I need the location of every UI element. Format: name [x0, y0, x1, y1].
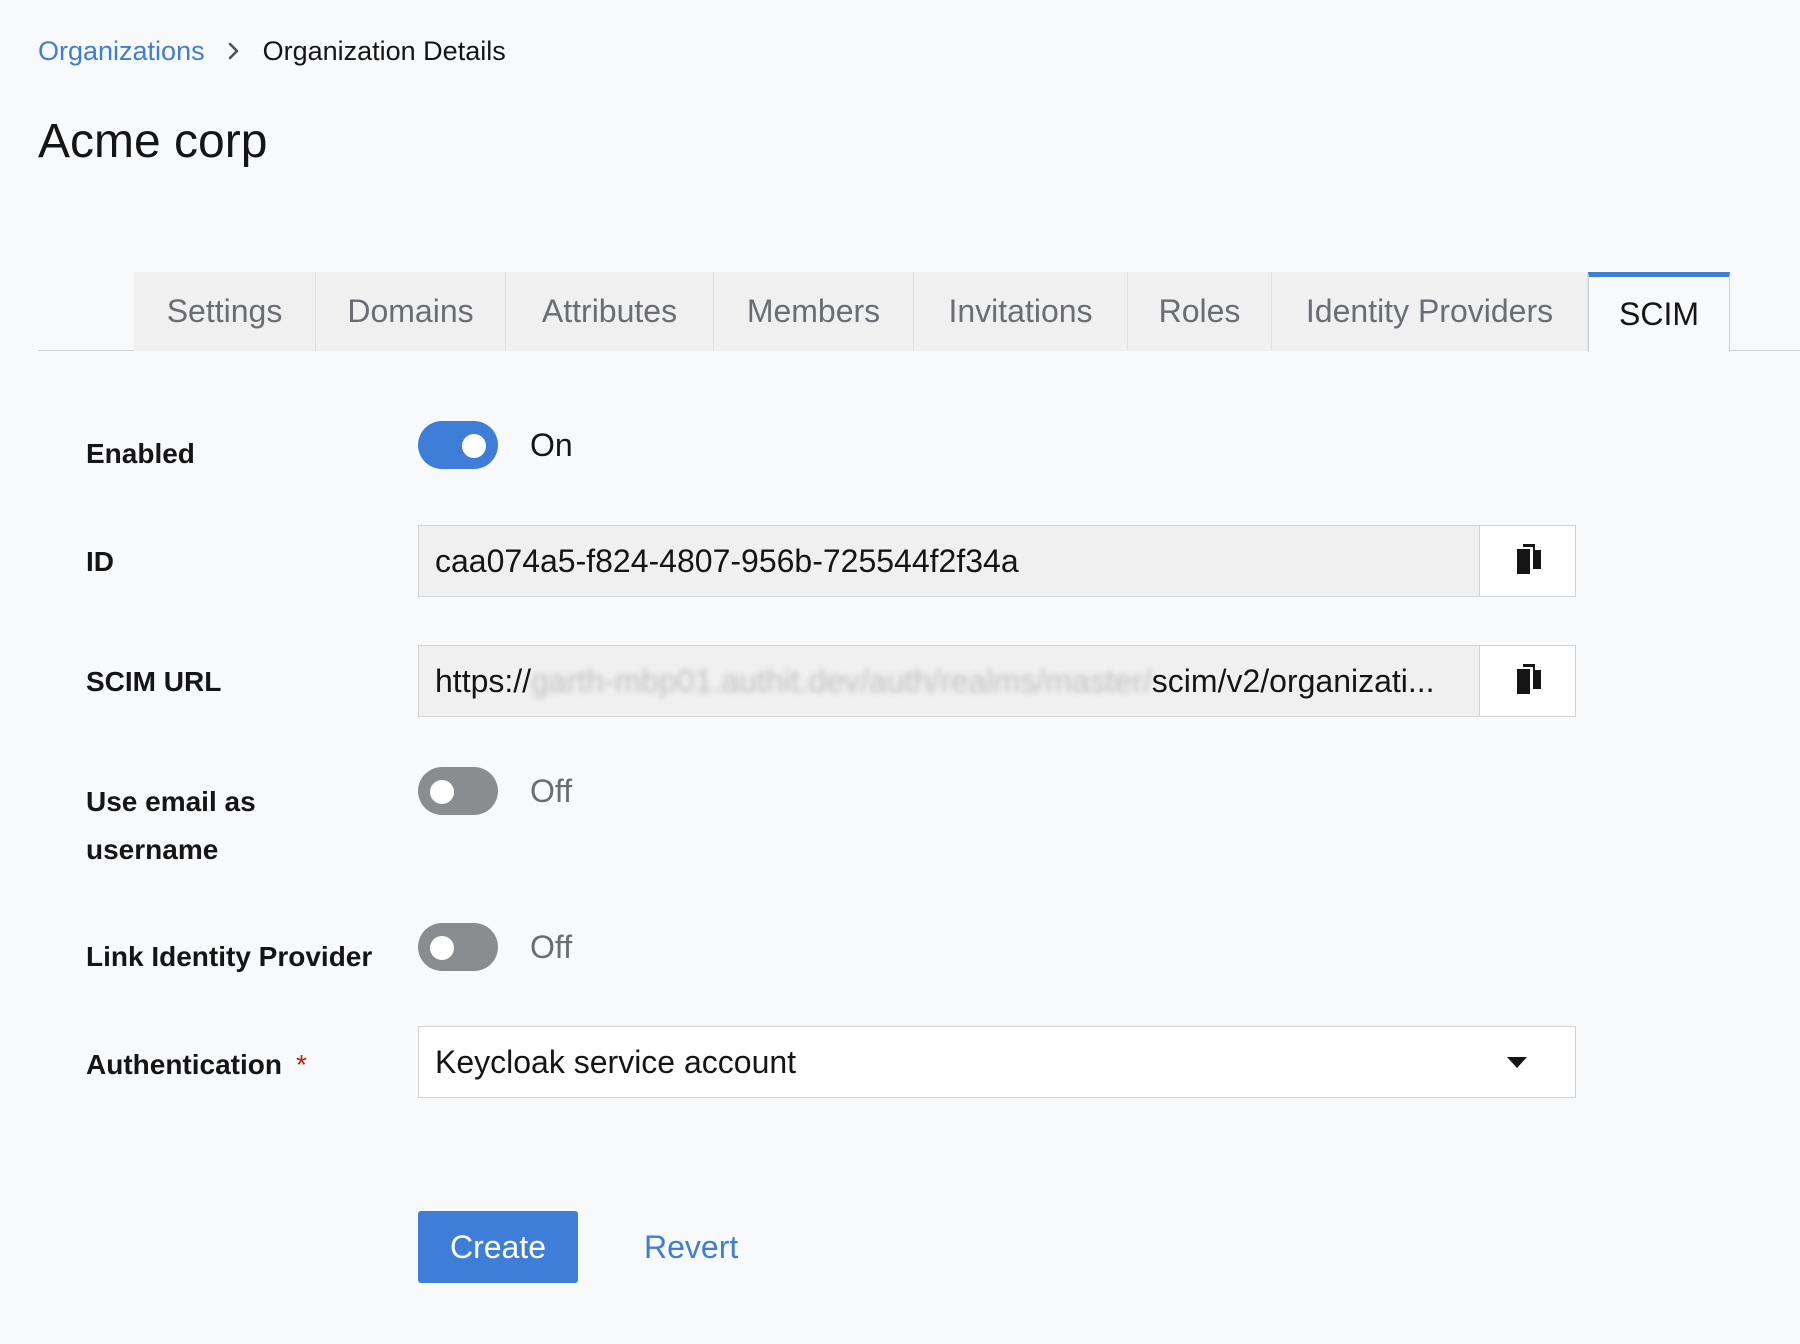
use-email-switch[interactable] — [418, 767, 498, 815]
scim-url-label: SCIM URL — [86, 666, 222, 697]
copy-scim-url-button[interactable] — [1480, 645, 1576, 717]
breadcrumb-link-organizations[interactable]: Organizations — [38, 34, 205, 68]
switch-knob — [462, 434, 486, 458]
authentication-label-text: Authentication — [86, 1049, 282, 1080]
link-idp-switch[interactable] — [418, 923, 498, 971]
scim-url-field[interactable]: https://garth-mbp01.authit.dev/auth/real… — [418, 645, 1480, 717]
enabled-state-label: On — [530, 427, 573, 463]
breadcrumb-current: Organization Details — [262, 36, 506, 66]
id-field[interactable]: caa074a5-f824-4807-956b-725544f2f34a — [418, 525, 1480, 597]
use-email-label-line1: Use email as — [86, 786, 256, 817]
enabled-label: Enabled — [86, 438, 195, 469]
caret-down-icon — [1507, 1056, 1527, 1068]
link-idp-label: Link Identity Provider — [86, 941, 373, 972]
authentication-select[interactable]: Keycloak service account — [418, 1026, 1576, 1098]
tab-members[interactable]: Members — [714, 272, 914, 351]
tab-settings[interactable]: Settings — [134, 272, 316, 351]
use-email-label: Use email as username — [86, 778, 256, 874]
scim-url-prefix: https:// — [435, 662, 532, 699]
switch-knob — [430, 780, 454, 804]
use-email-state-label: Off — [530, 773, 573, 809]
switch-knob — [430, 936, 454, 960]
scim-url-suffix: scim/v2/organizati... — [1151, 662, 1435, 699]
id-label: ID — [86, 546, 114, 577]
chevron-right-icon — [205, 41, 263, 61]
use-email-label-line2: username — [86, 834, 219, 865]
tab-identity-providers[interactable]: Identity Providers — [1272, 272, 1588, 351]
required-indicator: * — [296, 1049, 307, 1080]
revert-button[interactable]: Revert — [630, 1211, 752, 1283]
tab-bar: Settings Domains Attributes Members Invi… — [134, 272, 1730, 352]
authentication-label: Authentication * — [86, 1041, 307, 1089]
tab-attributes[interactable]: Attributes — [506, 272, 714, 351]
tab-invitations[interactable]: Invitations — [914, 272, 1128, 351]
authentication-selected-value: Keycloak service account — [435, 1043, 797, 1080]
breadcrumb: Organizations Organization Details — [38, 34, 506, 68]
scim-url-redacted: garth-mbp01.authit.dev/auth/realms/maste… — [531, 662, 1152, 699]
create-button[interactable]: Create — [418, 1211, 578, 1283]
enabled-switch[interactable] — [418, 421, 498, 469]
link-idp-state-label: Off — [530, 929, 573, 965]
tab-domains[interactable]: Domains — [316, 272, 506, 351]
page-title: Acme corp — [38, 115, 268, 168]
id-value: caa074a5-f824-4807-956b-725544f2f34a — [435, 542, 1019, 579]
copy-id-button[interactable] — [1480, 525, 1576, 597]
tab-roles[interactable]: Roles — [1128, 272, 1272, 351]
copy-icon — [1513, 662, 1543, 701]
copy-icon — [1513, 542, 1543, 581]
tab-scim[interactable]: SCIM — [1588, 272, 1730, 352]
